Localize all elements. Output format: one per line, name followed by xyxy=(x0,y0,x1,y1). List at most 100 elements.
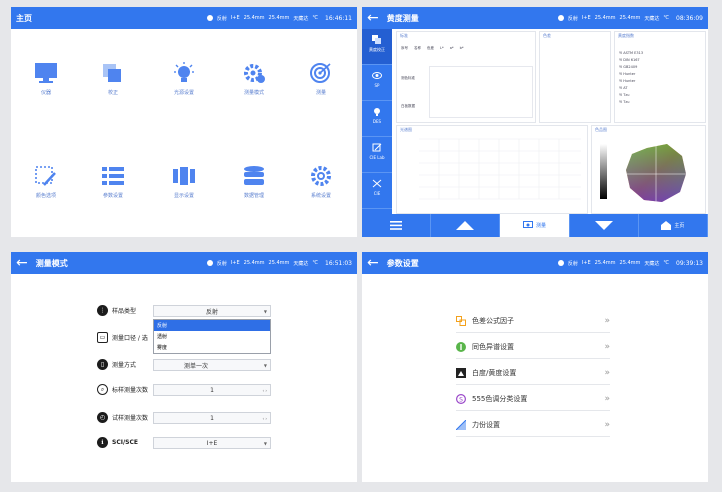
mode-icon xyxy=(557,15,564,21)
stepper-value: 1 xyxy=(210,386,214,394)
measure-button[interactable]: 测量 xyxy=(500,214,570,237)
side-sp[interactable]: SP xyxy=(362,65,392,101)
tile-label: 显示设置 xyxy=(173,193,194,199)
list-item[interactable]: YI Tzu xyxy=(619,99,701,106)
status-light: 天藏达 xyxy=(293,15,309,22)
side-cie[interactable]: CIE xyxy=(362,173,392,209)
list-item[interactable]: YI DIN 6167 xyxy=(619,57,701,64)
tile-data-manage[interactable]: 数据管理 xyxy=(224,165,284,199)
count-icon: ⌕ xyxy=(97,384,108,395)
side-cie-lab[interactable]: CIE Lab xyxy=(362,137,392,173)
status-temp: ℃ xyxy=(663,260,670,266)
dropdown-option[interactable]: 雾度 xyxy=(154,342,270,353)
status-aperture-2: 25.4mm xyxy=(268,15,290,21)
back-arrow-icon[interactable]: ← xyxy=(367,256,379,270)
page-title: 参数设置 xyxy=(386,258,419,268)
panel-title: 黄度指数 xyxy=(618,33,634,38)
mode-icon xyxy=(206,260,213,266)
standard-count-stepper[interactable]: 1 ‹ › xyxy=(153,384,271,396)
aperture-icon: ▭ xyxy=(97,332,108,343)
down-button[interactable] xyxy=(570,214,639,237)
menu-button[interactable] xyxy=(362,214,432,237)
setting-metamerism[interactable]: 同色异谱设置 » xyxy=(456,335,610,359)
setting-strength[interactable]: 力份设置 » xyxy=(456,413,610,437)
edit-icon xyxy=(372,143,382,152)
copy-icon xyxy=(372,35,381,44)
stepper-arrows-icon[interactable]: ‹ › xyxy=(263,388,267,393)
chevron-down-icon: ▼ xyxy=(263,440,267,446)
tile-label: 光源设置 xyxy=(173,90,194,96)
home-icon xyxy=(661,221,672,230)
params-screen: ← 参数设置 反射 I+E 25.4mm 25.4mm 天藏达 ℃ 09:39:… xyxy=(362,252,708,482)
list-item[interactable]: YI GB2409 xyxy=(619,64,701,71)
list-item[interactable]: YI Hunter xyxy=(619,71,701,78)
dropdown-option[interactable]: 反射 xyxy=(154,320,270,331)
tile-params[interactable]: 参数设置 xyxy=(83,165,143,199)
col-header: 色差 xyxy=(427,46,434,50)
home-button[interactable]: 主页 xyxy=(639,214,708,237)
menu-icon xyxy=(390,221,403,230)
tile-display[interactable]: 显示设置 xyxy=(154,165,214,199)
col-header: 名称 xyxy=(414,46,421,50)
setting-label: 同色异谱设置 xyxy=(472,342,514,351)
monitor-icon xyxy=(35,63,57,83)
tile-label: 仪器 xyxy=(40,90,51,96)
triangle-up-icon xyxy=(456,221,475,230)
chevron-right-icon: » xyxy=(604,367,610,378)
col-header: a* xyxy=(449,46,454,50)
tile-system[interactable]: 系统设置 xyxy=(291,165,351,199)
list-item[interactable]: YI ASTM E313 xyxy=(619,50,701,57)
clock-icon: ◴ xyxy=(97,412,108,423)
setting-whiteness[interactable]: 白度/黄度设置 » xyxy=(456,361,610,385)
chroma-diagram xyxy=(600,144,686,202)
tile-measure[interactable]: 测量 xyxy=(291,62,351,96)
whiteness-icon xyxy=(456,367,466,378)
info-icon: ℹ xyxy=(97,437,108,448)
info-icon: ⋮ xyxy=(97,305,108,316)
col-header: 序号 xyxy=(401,46,408,50)
side-des[interactable]: DES xyxy=(362,101,392,137)
dropdown-option[interactable]: 透射 xyxy=(154,331,270,342)
back-arrow-icon[interactable]: ← xyxy=(16,256,28,270)
side-label: DES xyxy=(372,119,382,124)
measure-screen: ← 黄度测量 反射 I+E 25.4mm 25.4mm 天藏达 ℃ 08:36:… xyxy=(362,7,708,237)
info-icon: ▯ xyxy=(97,359,108,370)
tile-instrument[interactable]: 仪器 xyxy=(16,62,76,96)
chevron-down-icon: ▼ xyxy=(263,362,267,368)
title-bar: ← 测量模式 反射 I+E 25.4mm 25.4mm 天藏达 ℃ 16:51:… xyxy=(11,252,357,274)
side-yellow-calibrate[interactable]: 黄度校正 xyxy=(362,29,392,65)
tile-measure-mode[interactable]: 测量模式 xyxy=(224,62,284,96)
list-item[interactable]: YI AT xyxy=(619,85,701,92)
list-item[interactable]: YI Tzu xyxy=(619,92,701,99)
sample-type-select[interactable]: 反射 ▼ xyxy=(153,305,271,317)
target-icon xyxy=(310,63,331,83)
col-header: b* xyxy=(459,46,464,50)
tile-light[interactable]: 光源设置 xyxy=(154,62,214,96)
database-icon xyxy=(244,166,264,185)
status-aperture: 25.4mm xyxy=(243,260,265,266)
columns-icon xyxy=(173,167,195,185)
panel-title: 光谱图 xyxy=(400,127,412,132)
sci-sce-select[interactable]: I+E ▼ xyxy=(153,437,271,449)
list-item[interactable]: YI Hunter xyxy=(619,78,701,85)
panel-title: 色品图 xyxy=(595,127,607,132)
clock: 08:36:09 xyxy=(676,14,703,22)
tile-label: 系统设置 xyxy=(310,193,331,199)
up-button[interactable] xyxy=(431,214,501,237)
metamerism-icon xyxy=(456,341,466,352)
setting-label: 白度/黄度设置 xyxy=(472,368,517,377)
method-select[interactable]: 测单一次 ▼ xyxy=(153,359,271,371)
setting-555-hue[interactable]: S 555色调分类设置 » xyxy=(456,387,610,411)
calibrate-icon xyxy=(103,64,121,82)
tile-label: 测量模式 xyxy=(243,90,264,96)
setting-diff-formula[interactable]: 色差公式因子 » xyxy=(456,309,610,333)
status-light: 天藏达 xyxy=(293,260,309,267)
status-temp: ℃ xyxy=(312,260,319,266)
tile-color-options[interactable]: 颜色选项 xyxy=(16,165,76,199)
mode-icon xyxy=(557,260,564,266)
tile-calibrate[interactable]: 校正 xyxy=(83,62,143,96)
mode-icon xyxy=(206,15,213,21)
back-arrow-icon[interactable]: ← xyxy=(367,11,379,25)
sample-count-stepper[interactable]: 1 ‹ › xyxy=(153,412,271,424)
stepper-arrows-icon[interactable]: ‹ › xyxy=(263,416,267,421)
